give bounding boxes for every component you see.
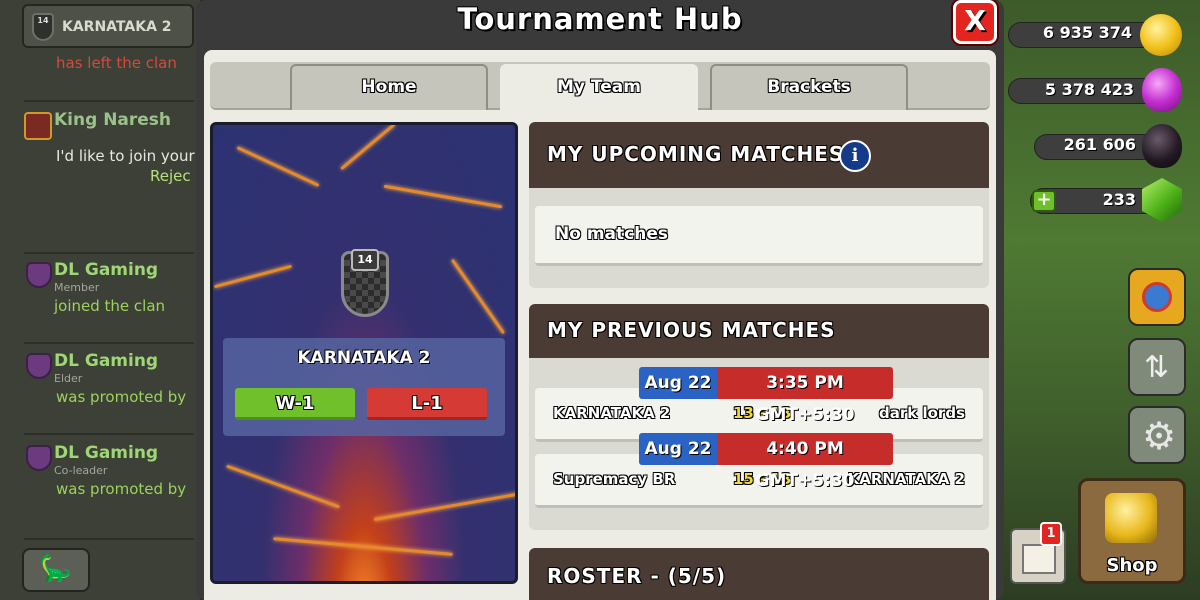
modal-content: Home My Team Brackets 14 KARNATAKA 2 W-1… — [204, 50, 996, 600]
buy-gems-button[interactable]: + — [1032, 190, 1056, 212]
info-icon[interactable]: i — [839, 140, 871, 172]
wins-badge: W-1 — [235, 388, 355, 420]
king-avatar-icon — [24, 112, 52, 140]
chat-message-text: was promoted by — [56, 388, 187, 406]
chat-message-text: has left the clan — [56, 54, 177, 72]
lava-crack — [236, 146, 320, 187]
member-league-icon — [26, 445, 52, 471]
chat-author: King Naresh — [54, 110, 172, 130]
losses-badge: L-1 — [367, 388, 487, 420]
tab-bar: Home My Team Brackets — [210, 62, 990, 110]
chat-author-role: Member — [54, 281, 100, 294]
lava-crack — [383, 184, 503, 209]
member-league-icon — [26, 353, 52, 379]
tab-my-team[interactable]: My Team — [500, 64, 698, 110]
hammer-gold-icon — [1105, 493, 1157, 543]
newspaper-icon — [1022, 544, 1056, 574]
chat-message-text: joined the clan — [54, 297, 166, 315]
chat-divider — [24, 252, 194, 254]
chat-author: DL Gaming — [54, 443, 159, 463]
chat-divider — [24, 342, 194, 344]
clan-name: KARNATAKA 2 — [62, 19, 172, 35]
section-title: ROSTER - (5/5) — [547, 564, 727, 588]
member-league-icon — [26, 262, 52, 288]
dark-elixir-icon — [1142, 124, 1182, 168]
chat-divider — [24, 100, 194, 102]
match-team-left: Supremacy BR — [553, 470, 676, 488]
globe-icon — [1142, 282, 1172, 312]
settings-button[interactable]: ⚙ — [1128, 406, 1186, 464]
plus-icon: + — [1036, 189, 1052, 210]
section-header: MY PREVIOUS MATCHES — [529, 304, 989, 358]
tab-brackets[interactable]: Brackets — [710, 64, 908, 110]
chat-divider — [24, 538, 194, 540]
close-button[interactable]: X — [953, 0, 997, 44]
team-card: 14 KARNATAKA 2 W-1 L-1 — [210, 122, 518, 584]
dark-elixir-amount: 261 606 — [1063, 135, 1136, 154]
section-header: MY UPCOMING MATCHES i — [529, 122, 989, 188]
match-date: Aug 22 — [639, 433, 717, 465]
match-date: Aug 22 — [639, 367, 717, 399]
lava-crack — [373, 491, 515, 522]
shop-label: Shop — [1106, 555, 1158, 576]
tournament-hub-modal: Tournament Hub X Home My Team Brackets 1… — [196, 0, 1004, 600]
empty-state-card: No matches — [535, 206, 983, 266]
lava-crack — [340, 125, 396, 171]
previous-matches-section: MY PREVIOUS MATCHES KARNATAKA 2 13 - 13 … — [529, 304, 989, 530]
dinosaur-icon: 🦕 — [39, 554, 73, 584]
match-time: 3:35 PM GMT+5:30 — [717, 367, 893, 425]
gems-amount: 233 — [1102, 190, 1136, 209]
upcoming-matches-section: MY UPCOMING MATCHES i No matches — [529, 122, 989, 288]
section-title: MY PREVIOUS MATCHES — [547, 318, 836, 342]
gold-amount: 6 935 374 — [1042, 23, 1132, 42]
gear-icon: ⚙ — [1142, 414, 1177, 458]
clan-games-button[interactable] — [1128, 268, 1186, 326]
roster-section: ROSTER - (5/5) — [529, 548, 989, 600]
reject-button[interactable]: Rejec — [150, 167, 191, 185]
match-team-right: KARNATAKA 2 — [847, 470, 965, 488]
team-name: KARNATAKA 2 — [297, 348, 431, 368]
chat-author: DL Gaming — [54, 351, 159, 371]
lava-crack — [273, 537, 453, 556]
chat-message-text: was promoted by — [56, 480, 187, 498]
clan-badge-level: 14 — [351, 249, 379, 271]
section-header: ROSTER - (5/5) — [529, 548, 989, 600]
clan-header-button[interactable]: 14 KARNATAKA 2 — [22, 4, 194, 48]
close-icon: X — [964, 4, 986, 37]
layout-edit-button[interactable]: ⇅ — [1128, 338, 1186, 396]
section-title: MY UPCOMING MATCHES — [547, 142, 845, 166]
team-info-box: KARNATAKA 2 W-1 L-1 — [223, 338, 505, 436]
no-matches-text: No matches — [555, 224, 668, 244]
tab-home[interactable]: Home — [290, 64, 488, 110]
match-time: 4:40 PM GMT+5:30 — [717, 433, 893, 491]
chat-author-role: Co-leader — [54, 464, 108, 477]
lava-crack — [226, 464, 340, 509]
lava-crack — [213, 264, 293, 289]
gold-icon — [1140, 14, 1182, 56]
match-team-left: KARNATAKA 2 — [553, 404, 671, 422]
elixir-icon — [1142, 68, 1182, 112]
chat-divider — [24, 433, 194, 435]
lava-crack — [450, 258, 506, 335]
chat-author: DL Gaming — [54, 260, 159, 280]
pet-button[interactable]: 🦕 — [22, 548, 90, 592]
chat-message-text: I'd like to join your — [56, 147, 195, 165]
chat-author-role: Elder — [54, 372, 83, 385]
match-team-right: dark lords — [879, 404, 965, 422]
elixir-amount: 5 378 423 — [1044, 80, 1134, 99]
clan-chat-panel: 14 KARNATAKA 2 has left the clan King Na… — [0, 0, 200, 600]
move-arrows-icon: ⇅ — [1144, 350, 1170, 385]
shop-button[interactable]: Shop — [1078, 478, 1186, 584]
notification-badge: 1 — [1040, 522, 1062, 546]
modal-title: Tournament Hub — [457, 2, 743, 36]
clan-badge-icon: 14 — [32, 13, 54, 41]
